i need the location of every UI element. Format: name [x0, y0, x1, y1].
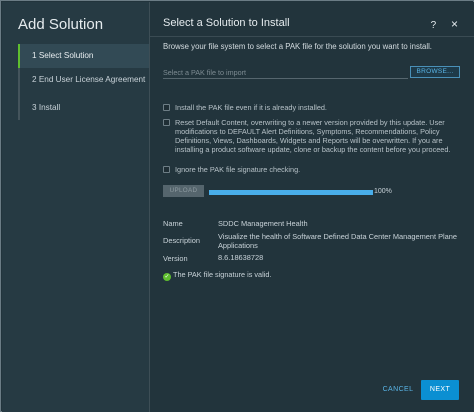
close-icon[interactable]: ×	[451, 17, 458, 31]
check-circle-icon: ✓	[163, 273, 171, 281]
step-active-indicator	[18, 44, 20, 68]
add-solution-dialog: Add Solution 1 Select Solution 2 End Use…	[0, 0, 474, 412]
upload-progress-bar	[209, 190, 373, 195]
reset-content-checkbox[interactable]	[163, 119, 170, 126]
name-value: SDDC Management Health	[218, 219, 308, 228]
step-install[interactable]: 3 Install	[20, 96, 149, 120]
ignore-signature-checkbox[interactable]	[163, 166, 170, 173]
reset-content-label: Reset Default Content, overwriting to a …	[175, 118, 451, 154]
content-panel: Select a Solution to Install ? × Browse …	[149, 2, 474, 412]
panel-title: Select a Solution to Install	[163, 17, 290, 29]
version-value: 8.6.18638728	[218, 253, 264, 262]
panel-header-icons: ? ×	[419, 17, 458, 31]
next-button[interactable]: NEXT	[421, 380, 459, 400]
step-eula[interactable]: 2 End User License Agreement	[20, 68, 149, 92]
step-select-solution[interactable]: 1 Select Solution	[20, 44, 149, 68]
help-icon[interactable]: ?	[431, 20, 437, 31]
description-value: Visualize the health of Software Defined…	[218, 232, 457, 250]
force-install-checkbox[interactable]	[163, 104, 170, 111]
signature-status-text: The PAK file signature is valid.	[173, 270, 272, 279]
description-key: Description	[163, 236, 200, 245]
browse-instructions: Browse your file system to select a PAK …	[163, 42, 432, 51]
title-divider	[150, 36, 474, 37]
ignore-signature-label: Ignore the PAK file signature checking.	[175, 165, 301, 174]
version-key: Version	[163, 254, 188, 263]
upload-progress-text: 100%	[374, 188, 392, 195]
cancel-button[interactable]: CANCEL	[378, 383, 418, 397]
force-install-label: Install the PAK file even if it is alrea…	[175, 103, 327, 112]
browse-button[interactable]: BROWSE...	[410, 66, 460, 78]
upload-progress-fill	[209, 190, 373, 195]
signature-status: ✓ The PAK file signature is valid.	[163, 270, 271, 281]
upload-button: UPLOAD	[163, 185, 204, 197]
name-key: Name	[163, 219, 183, 228]
pak-file-input[interactable]	[163, 67, 408, 79]
wizard-title: Add Solution	[18, 16, 104, 33]
